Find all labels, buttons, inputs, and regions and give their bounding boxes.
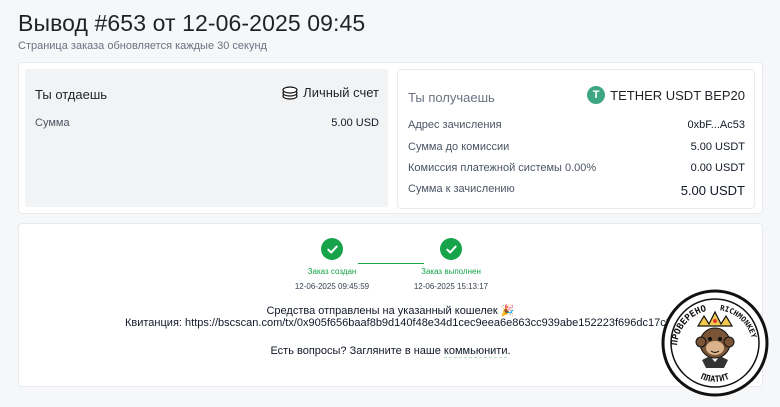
page-subtitle: Страница заказа обновляется каждые 30 се… [18,40,267,52]
receive-panel: Ты получаешь T TETHER USDT BEP20 Адрес з… [397,69,755,209]
receive-row-fee: Комиссия платежной системы 0.00% 0.00 US… [408,162,745,174]
give-title: Ты отдаешь [35,87,108,102]
receive-title: Ты получаешь [408,90,495,105]
fee-label: Комиссия платежной системы 0.00% [408,162,597,174]
receipt-line: Квитанция: https://bscscan.com/tx/0x905f… [125,317,684,329]
richmonkey-seal-icon: ПРОВЕРЕНО RICHMONKEY ПЛАТИТ [661,289,769,397]
total-value: 5.00 USDT [680,183,745,198]
questions-line: Есть вопросы? Загляните в наше коммьюнит… [19,345,762,358]
order-status-card: Заказ создан 12-06-2025 09:45:59 Заказ в… [18,223,763,387]
total-label: Сумма к зачислению [408,183,515,195]
give-panel: Ты отдаешь Личный счет Сумма 5.00 USD [25,69,388,207]
address-label: Адрес зачисления [408,119,502,131]
receive-method-label: TETHER USDT BEP20 [610,87,745,103]
give-row-amount: Сумма 5.00 USD [35,117,379,129]
order-summary-card: Ты отдаешь Личный счет Сумма 5.00 USD Ты… [18,62,763,214]
receive-method-badge: T TETHER USDT BEP20 [587,86,745,104]
receive-row-total: Сумма к зачислению 5.00 USDT [408,183,745,198]
tether-icon: T [587,86,606,104]
receive-row-before-fee: Сумма до комиссии 5.00 USDT [408,141,745,153]
questions-end: . [507,345,511,357]
community-link[interactable]: коммьюнити [443,345,508,358]
check-icon [440,238,462,260]
progress-steps: Заказ создан 12-06-2025 09:45:59 Заказ в… [19,238,762,298]
give-method-label: Личный счет [303,85,379,100]
fee-value: 0.00 USDT [690,162,745,174]
coins-icon [282,85,298,100]
receipt-label: Квитанция: [125,317,186,329]
give-amount-value: 5.00 USD [331,117,379,129]
step-completed-time: 12-06-2025 15:13:17 [413,282,489,291]
receipt-link[interactable]: https://bscscan.com/tx/0x905f656baaf8b9d… [185,317,684,329]
receive-row-address: Адрес зачисления 0xbF...Ac53 [408,119,745,131]
step-completed-label: Заказ выполнен [421,267,481,276]
give-amount-label: Сумма [35,117,70,129]
address-value: 0xbF...Ac53 [687,119,745,131]
step-created-label: Заказ создан [307,267,357,276]
check-icon [321,238,343,260]
step-created: Заказ создан 12-06-2025 09:45:59 [277,238,387,291]
before-fee-label: Сумма до комиссии [408,141,510,153]
before-fee-value: 5.00 USDT [690,141,745,153]
sent-message: Средства отправлены на указанный кошелек… [266,305,515,317]
step-completed: Заказ выполнен 12-06-2025 15:13:17 [396,238,506,291]
page-title: Вывод #653 от 12-06-2025 09:45 [18,10,366,36]
step-created-time: 12-06-2025 09:45:59 [294,282,370,291]
give-method-badge: Личный счет [282,85,379,100]
questions-text: Есть вопросы? Загляните в наше [270,345,444,357]
